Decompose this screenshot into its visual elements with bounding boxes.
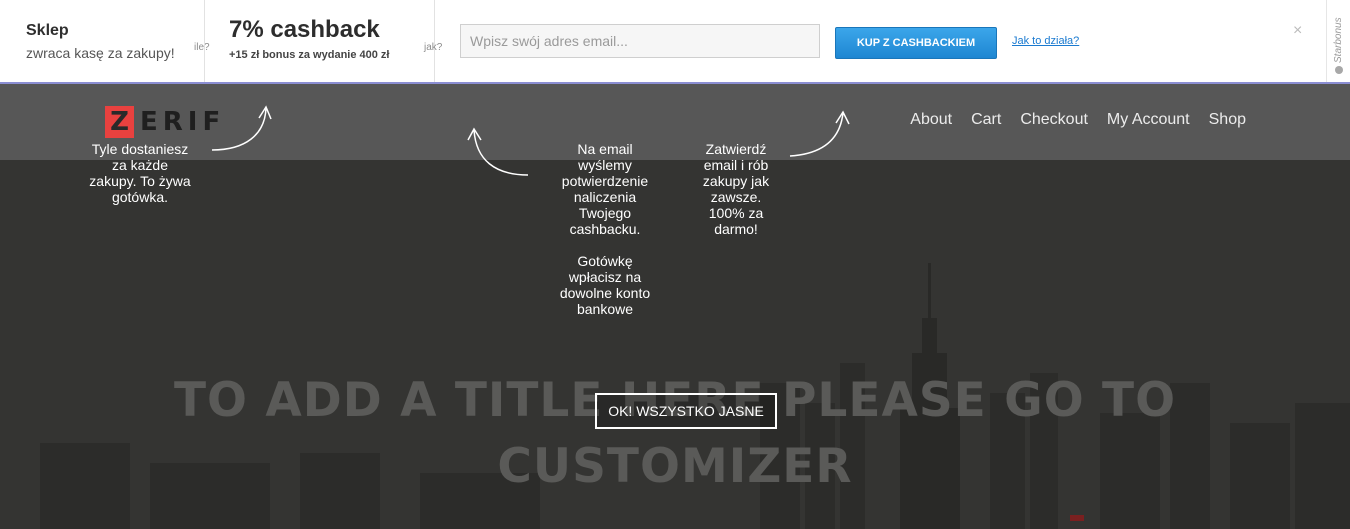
menu-item-checkout[interactable]: Checkout (1020, 111, 1088, 129)
menu-item-cart[interactable]: Cart (971, 111, 1001, 129)
divider (434, 0, 435, 82)
logo-text: ERIF (140, 107, 226, 137)
cashback-title: 7% cashback (229, 16, 380, 43)
hero-title-line2: CUSTOMIZER (497, 439, 853, 494)
tip-cashback-amount: Tyle dostaniesz za każde zakupy. To żywa… (89, 141, 191, 205)
question-how-much: ile? (194, 42, 210, 53)
cashback-bonus: +15 zł bonus za wydanie 400 zł (229, 49, 390, 61)
tip-confirm-email: Zatwierdź email i rób zakupy jak zawsze.… (702, 141, 770, 237)
hero-title: TO ADD A TITLE HERE PLEASE GO TO CUSTOMI… (0, 368, 1350, 500)
question-how: jak? (424, 42, 443, 53)
shop-subtitle: zwraca kasę za zakupy! (26, 45, 175, 61)
brand-icon (1334, 66, 1343, 74)
main-menu: About Cart Checkout My Account Shop (891, 111, 1246, 129)
menu-item-about[interactable]: About (910, 111, 952, 129)
email-input[interactable] (460, 24, 820, 58)
cashback-bar: Sklep zwraca kasę za zakupy! ile? 7% cas… (0, 0, 1350, 84)
divider (1326, 0, 1327, 82)
menu-item-my-account[interactable]: My Account (1107, 111, 1190, 129)
tip-bank-text: Gotówkę wpłacisz na dowolne konto bankow… (559, 253, 651, 317)
logo-mark: Z (105, 106, 134, 138)
menu-item-shop[interactable]: Shop (1209, 111, 1246, 129)
brand-vertical: Starbonus (1333, 17, 1344, 74)
buy-with-cashback-button[interactable]: KUP Z CASHBACKIEM (835, 27, 997, 59)
tip-email-text: Na email wyślemy potwierdzenie naliczeni… (561, 141, 649, 237)
tip-email-confirmation: Na email wyślemy potwierdzenie naliczeni… (557, 141, 653, 317)
shop-title: Sklep (26, 22, 69, 39)
ok-got-it-button[interactable]: OK! WSZYSTKO JASNE (595, 393, 777, 429)
how-it-works-link[interactable]: Jak to działa? (1012, 35, 1079, 47)
brand-name: Starbonus (1333, 17, 1344, 63)
site-logo[interactable]: Z ERIF (105, 106, 225, 138)
divider (204, 0, 205, 82)
close-icon[interactable]: × (1293, 22, 1302, 40)
